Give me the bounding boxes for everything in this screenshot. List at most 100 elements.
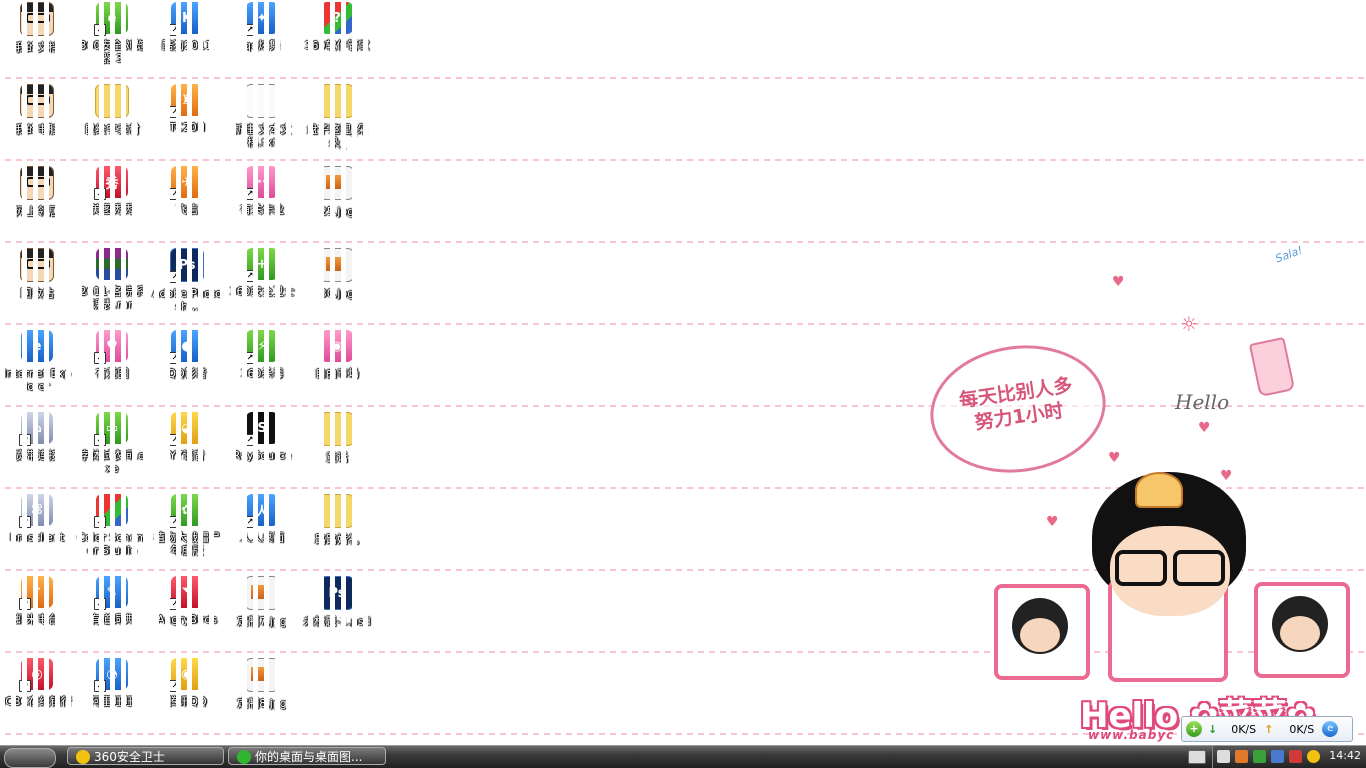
recycle-bin-icon <box>20 248 54 282</box>
desktop-icon-plants-zombies[interactable]: ✿ ↗ 植物大战僵尸年度版 <box>150 493 224 573</box>
rar-schedule-icon <box>96 248 128 280</box>
desktop-icon-meitu[interactable]: 秀 ↗ 美图秀秀 <box>75 165 149 245</box>
shortcut-arrow-icon: ↗ <box>19 598 31 610</box>
desktop-icon-rar-schedule[interactable]: 2011-各院系课表.rar <box>75 247 149 327</box>
desktop-icon-label: 虾米电台 <box>15 613 59 626</box>
desktop-icon-folder-duoduo[interactable]: 盘子整理_朵朵_ <box>300 83 374 163</box>
desktop-icon-internet-explorer[interactable]: e Internet Explorer <box>0 329 74 409</box>
desktop-icon-font-tester[interactable]: ▭ ↗ 字体试衣间.exe <box>75 411 149 491</box>
desktop-icon-label: 飞信 <box>176 203 198 216</box>
shortcut-arrow-icon: ↗ <box>94 24 106 36</box>
taskbar-button-browser[interactable]: 你的桌面与桌面图... <box>228 747 386 765</box>
desktop-icon-qq-player[interactable]: ● ↗ QQ影音 <box>150 329 224 409</box>
desktop-icon-folder-drawing[interactable]: 鼠绘字素材 <box>75 83 149 163</box>
desktop-icon-renren-desktop[interactable]: 人 ↗ 人人桌面 <box>225 493 299 573</box>
flash-icon[interactable] <box>1289 750 1302 763</box>
desktop-icon-icbc-bank[interactable]: ◎ ↗ ICBC在线银行 <box>0 657 74 737</box>
360-tray-icon[interactable] <box>1307 750 1320 763</box>
desktop-icon-360-antivirus[interactable]: ⚡ ↗ 360杀毒 <box>225 329 299 409</box>
desktop-icon-label: RaySource <box>232 449 292 462</box>
desktop-icon-my-computer[interactable]: 我的电脑 <box>0 83 74 163</box>
network-neighborhood-icon <box>20 166 54 200</box>
kuwo-2011-icon: K ↗ <box>169 2 203 36</box>
desktop-icon-360-browser[interactable]: e ↗ 360安全浏览器 3 <box>75 1 149 81</box>
desktop-icon-color-schemer[interactable]: ↗ Color Schemer Studio <box>75 493 149 573</box>
plus-icon[interactable] <box>1217 750 1230 763</box>
shortcut-arrow-icon: ↗ <box>169 516 181 528</box>
desktop-icon-new-text-doc[interactable]: 新建 文本文档.txt <box>225 83 299 163</box>
task-label: 360安全卫士 <box>94 750 165 764</box>
network-speed-widget[interactable]: + ↓ 0K/S ↑ 0K/S e <box>1181 716 1353 742</box>
360-safe-icon <box>76 750 90 764</box>
network-icon[interactable] <box>1271 750 1284 763</box>
brasclient-icon: ⌘ ↗ <box>19 494 53 528</box>
desktop-icon-youdao-dict[interactable]: ✎ ↗ 有道词典 <box>75 575 149 655</box>
desktop-icon-label: 25.jpg <box>319 205 355 218</box>
desktop-icon-label: Color Schemer Studio <box>77 531 147 557</box>
desktop-icon-img-25[interactable]: 25.jpg <box>300 165 374 245</box>
desktop-icon-brasclient[interactable]: ⌘ ↗ brasclient <box>0 493 74 573</box>
color-schemer-icon: ↗ <box>94 494 128 528</box>
img-25-icon <box>320 166 354 200</box>
desktop-icon-360-safe[interactable]: + ↗ 360安全卫士 <box>225 247 299 327</box>
shortcut-arrow-icon: ↗ <box>244 352 256 364</box>
desktop-icon-img-30[interactable]: 30.jpg <box>300 247 374 327</box>
aliwangwang-icon: ◔ ↗ <box>94 658 128 692</box>
desktop-icon-label: 定制7.jpg <box>237 615 287 628</box>
desktop-icon-free-market[interactable]: ◉ 自由市场 <box>300 329 374 409</box>
user-icon[interactable] <box>1235 750 1248 763</box>
internet-explorer-icon: e <box>21 330 53 362</box>
speech-bubble: 每天比别人多努力1小时 <box>922 334 1114 484</box>
desktop-icon-label: 360安全浏览器 3 <box>79 39 145 65</box>
shortcut-arrow-icon: ↗ <box>169 106 181 118</box>
desktop-icon-fetion[interactable]: ✈ ↗ 飞信 <box>150 165 224 245</box>
shortcut-arrow-icon: ↗ <box>244 434 256 446</box>
desktop-icon-img-dingzhi7[interactable]: 定制7.jpg <box>225 575 299 655</box>
desktop-icon-yy-voice[interactable]: ◕ ↗ YY语音 <box>150 411 224 491</box>
desktop-icon-recycle-bin[interactable]: 回收站 <box>0 247 74 327</box>
homework-icon: ·· ↗ <box>244 166 278 200</box>
folder-drawing-icon <box>95 84 129 118</box>
desktop-icon-aliwangwang[interactable]: ◔ ↗ 阿里旺旺 <box>75 657 149 737</box>
desktop-icon-label: 自由市场 <box>315 367 359 380</box>
desktop-icon-tencent-qq[interactable]: ◉ ↗ 腾讯QQ <box>150 657 224 737</box>
my-computer-icon <box>20 84 54 118</box>
desktop-icon-label: 网上邻居 <box>15 205 59 218</box>
desktop-icon-homework[interactable]: ·· ↗ 有关作业 <box>225 165 299 245</box>
shortcut-arrow-icon: ↗ <box>169 188 181 200</box>
desktop-icon-img-dingzhi8[interactable]: 定制8.jpg <box>225 657 299 737</box>
shield-icon[interactable] <box>1253 750 1266 763</box>
desktop-icon-kuwo-2011[interactable]: K ↗ 酷狗2011 <box>150 1 224 81</box>
desktop-icon-qq-dance[interactable]: ✦ ↗ qq炫舞 <box>225 1 299 81</box>
desktop-icon-360-software-manager[interactable]: ? 360软件管家 <box>300 1 374 81</box>
desktop-icon-tc20h[interactable]: ♜ ↗ TC20H <box>150 83 224 163</box>
desktop-icon-label: 360软件管家 <box>304 39 370 52</box>
plants-zombies-icon: ✿ ↗ <box>169 494 203 528</box>
desktop-icon-xiami-radio[interactable]: ♪ ↗ 虾米电台 <box>0 575 74 655</box>
heart-icon: ♥ <box>1112 274 1125 290</box>
cup-icon <box>1248 336 1296 398</box>
desktop-icon-label: 植物大战僵尸年度版 <box>154 531 220 557</box>
desktop-icon-raysource[interactable]: S ↗ RaySource <box>225 411 299 491</box>
font-tester-icon: ▭ ↗ <box>94 412 128 446</box>
desktop-icon-broadband[interactable]: ⌂ ↗ 宽带连接 <box>0 411 74 491</box>
desktop-icon-photoshop[interactable]: Ps ↗ Adobe Photosh... <box>150 247 224 327</box>
desktop-icon-label: 人人桌面 <box>240 531 284 544</box>
task-label: 你的桌面与桌面图... <box>255 750 363 764</box>
desktop-icon-youai-tu[interactable]: ♥ ↗ 有爱图 <box>75 329 149 409</box>
desktop-icon-angry-birds[interactable]: ◥ ↗ AngryBirds <box>150 575 224 655</box>
start-button[interactable] <box>4 748 56 768</box>
desktop-icon-folder-wedding[interactable]: 路路婚礼 <box>300 493 374 573</box>
desktop-icon-untitled-psd[interactable]: Ps 未标题-1.psd <box>300 575 374 655</box>
desktop-icon-label: 我的电脑 <box>15 123 59 136</box>
browser-icon[interactable]: e <box>1322 721 1339 737</box>
desktop-icon-label: qq炫舞 <box>244 39 280 52</box>
desktop-icon-folder-tongzhi[interactable]: 童话 <box>300 411 374 491</box>
desktop-icon-network-neighborhood[interactable]: 网上邻居 <box>0 165 74 245</box>
clock[interactable]: 14:42 <box>1329 749 1361 762</box>
shortcut-arrow-icon: ↗ <box>94 680 106 692</box>
desktop-icon-my-documents[interactable]: 我的文档 <box>0 1 74 81</box>
icbc-bank-icon: ◎ ↗ <box>19 658 53 692</box>
taskbar-button-360safe[interactable]: 360安全卫士 <box>67 747 224 765</box>
keyboard-icon[interactable] <box>1188 750 1206 764</box>
